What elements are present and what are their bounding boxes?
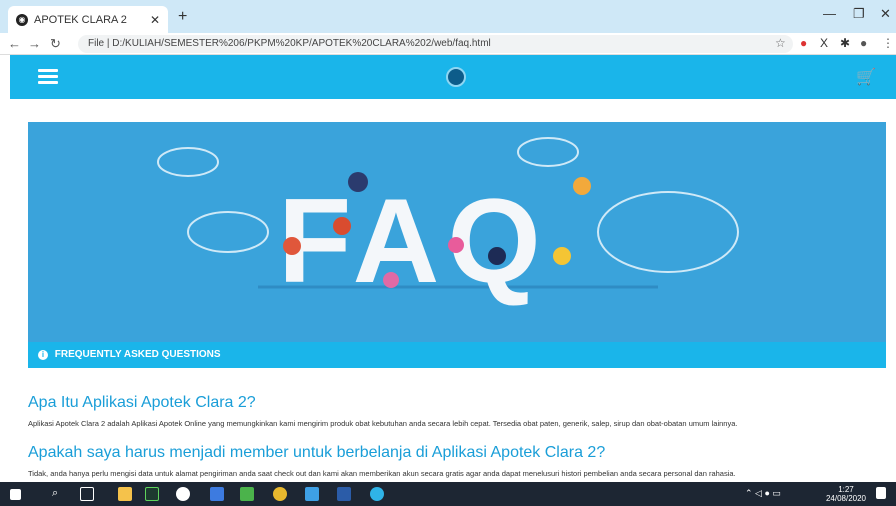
task-view-icon[interactable] [80,487,94,501]
site-header: 🛒 [10,55,896,99]
person-figure [383,272,399,288]
faq-question: Apa Itu Aplikasi Apotek Clara 2? [28,394,256,411]
address-text: File | D:/KULIAH/SEMESTER%206/PKPM%20KP/… [88,38,491,49]
cart-icon[interactable]: 🛒 [856,67,876,87]
person-figure [333,217,351,235]
faq-question: Apakah saya harus menjadi member untuk b… [28,444,606,461]
profile-avatar-icon[interactable]: ● [860,36,867,50]
back-icon[interactable]: ← [8,36,21,51]
person-figure [348,172,368,192]
extensions-puzzle-icon[interactable]: ✱ [840,36,850,50]
word-icon[interactable] [337,487,351,501]
bookmark-star-icon[interactable]: ☆ [775,36,786,50]
tray-icons[interactable]: ⌃ ◁ ● ▭ [745,488,781,499]
hamburger-menu-icon[interactable] [38,69,58,85]
hero-faq-text: FAQ [278,174,549,308]
app-icon[interactable] [210,487,224,501]
site-logo[interactable] [446,67,466,87]
info-icon: i [38,350,48,360]
taskbar-clock[interactable]: 1:27 24/08/2020 [826,485,866,503]
edge-icon[interactable] [370,487,384,501]
person-figure [573,177,591,195]
faq-answer: Tidak, anda hanya perlu mengisi data unt… [28,469,736,478]
minimize-icon[interactable]: — [823,6,836,21]
windows-taskbar: ⌕ ⌃ ◁ ● ▭ 1:27 24/08/2020 [0,482,896,506]
person-figure [553,247,571,265]
audition-icon[interactable] [145,487,159,501]
person-figure [488,247,506,265]
search-icon[interactable]: ⌕ [52,487,58,500]
browser-tab[interactable]: ◉ APOTEK CLARA 2 ✕ [8,6,168,33]
clock-time: 1:27 [838,485,854,494]
person-figure [448,237,464,253]
address-bar[interactable]: File | D:/KULIAH/SEMESTER%206/PKPM%20KP/… [78,35,793,53]
close-tab-icon[interactable]: ✕ [150,13,160,27]
faq-answer: Aplikasi Apotek Clara 2 adalah Aplikasi … [28,419,738,428]
start-icon[interactable] [10,489,21,500]
app-icon[interactable] [305,487,319,501]
extension-x-icon[interactable]: X [820,36,828,50]
favicon-icon: ◉ [16,13,28,26]
reload-icon[interactable]: ↻ [50,36,61,52]
clock-date: 24/08/2020 [825,494,866,503]
browser-toolbar: ← → ↻ File | D:/KULIAH/SEMESTER%206/PKPM… [0,33,896,55]
file-explorer-icon[interactable] [118,487,132,501]
notification-icon[interactable] [876,487,886,499]
person-figure [283,237,301,255]
faq-section-banner: i FREQUENTLY ASKED QUESTIONS [28,342,886,368]
faq-hero-image: FAQ [28,122,886,342]
app-icon[interactable] [176,487,190,501]
menu-dots-icon[interactable]: ⋮ [882,36,894,50]
app-icon[interactable] [240,487,254,501]
chrome-icon[interactable] [273,487,287,501]
restore-icon[interactable]: ❐ [853,6,865,22]
close-window-icon[interactable]: ✕ [880,6,891,22]
extension-icon[interactable]: ● [800,36,807,50]
banner-label: FREQUENTLY ASKED QUESTIONS [54,349,221,360]
browser-tab-strip: ◉ APOTEK CLARA 2 ✕ + — ❐ ✕ [0,0,896,33]
forward-icon[interactable]: → [28,36,41,51]
tab-title: APOTEK CLARA 2 [34,13,127,26]
new-tab-icon[interactable]: + [178,8,187,26]
